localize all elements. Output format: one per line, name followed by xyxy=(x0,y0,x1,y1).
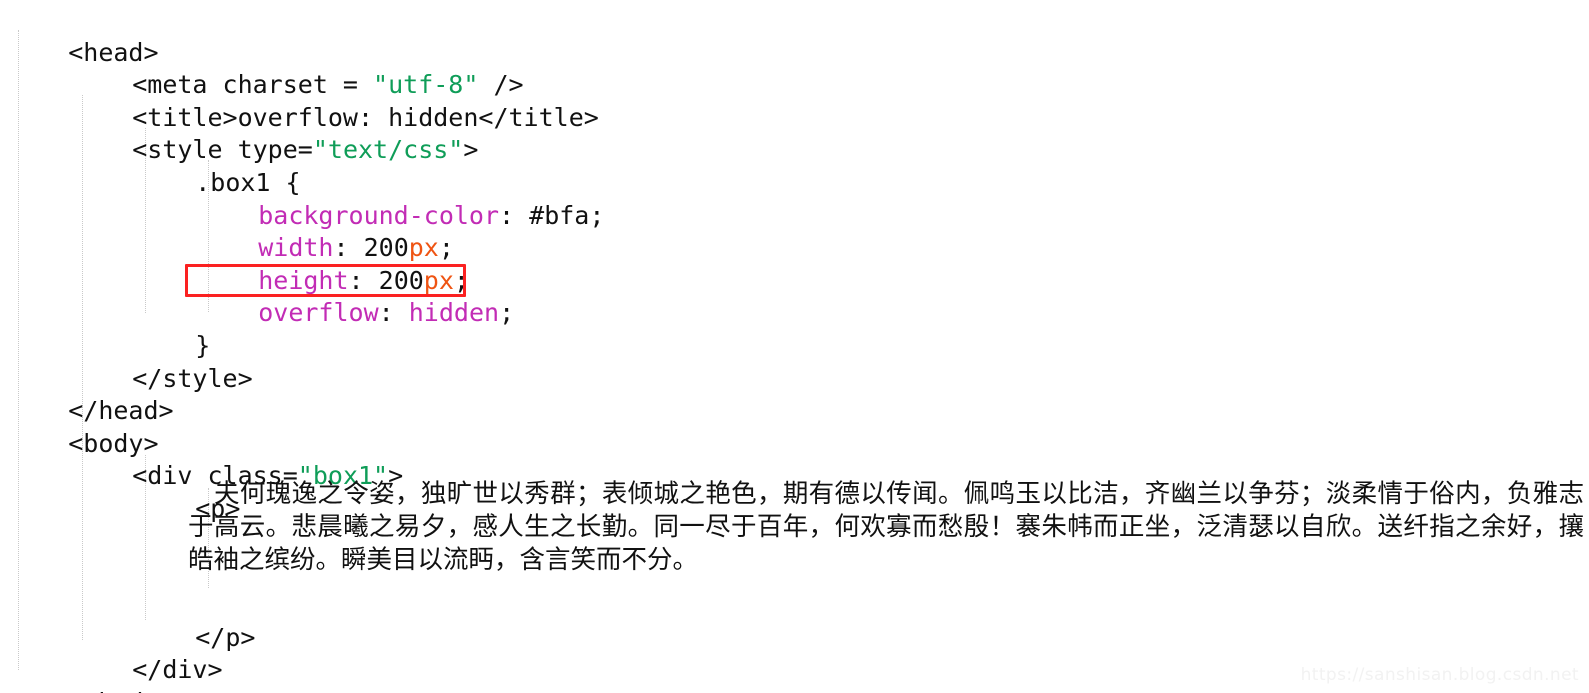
code-line-background-color: background-color: #bfa; xyxy=(0,167,1589,230)
code-line-p-close: </p> xyxy=(0,589,1589,652)
watermark-url: https://sanshisan.blog.csdn.net xyxy=(1300,665,1579,685)
code-line-head-close: </head> xyxy=(0,363,1589,425)
code-line-title: <title>overflow: hidden</title> xyxy=(0,69,1589,132)
code-screenshot: <head> <meta charset = "utf-8" /> <title… xyxy=(0,0,1589,693)
code-line-meta: <meta charset = "utf-8" /> xyxy=(0,37,1589,99)
code-line-div-open: <div class="box1"> xyxy=(0,428,1589,490)
code-line-height: height: 200px; xyxy=(0,232,1589,295)
tag-body-close: </body> xyxy=(68,688,173,693)
code-line-head-open: <head> xyxy=(0,4,1589,67)
code-line-selector: .box1 { xyxy=(0,134,1589,197)
paragraph-content: 夫何瑰逸之令姿，独旷世以秀群；表倾城之艳色，期有德以传闻。佩鸣玉以比洁，齐幽兰以… xyxy=(188,479,1584,575)
code-line-brace-close: } xyxy=(0,297,1589,360)
code-line-width: width: 200px; xyxy=(0,200,1589,262)
code-line-style-open: <style type="text/css"> xyxy=(0,102,1589,164)
code-line-style-close: </style> xyxy=(0,330,1589,393)
code-line-body-open: <body> xyxy=(0,395,1589,458)
code-line-div-close: </div> xyxy=(0,622,1589,684)
code-line-overflow: overflow: hidden; xyxy=(0,265,1589,327)
